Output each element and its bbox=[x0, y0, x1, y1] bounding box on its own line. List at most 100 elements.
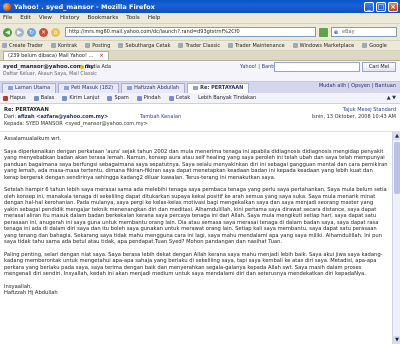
message-subject: Re: PERTAYAAN bbox=[4, 107, 49, 113]
more-actions-button[interactable]: Lebih Banyak Tindakan bbox=[198, 95, 256, 101]
bookmark-icon bbox=[292, 43, 298, 48]
minimize-button[interactable]: _ bbox=[364, 1, 374, 12]
message-header: Re: PERTAYAAN Dari: afizah <azfara@yahoo… bbox=[0, 104, 400, 132]
home-icon[interactable]: ⌂ bbox=[51, 27, 60, 37]
message-scrollbar[interactable]: ▲ ▼ bbox=[392, 132, 400, 344]
back-icon[interactable]: ◀ bbox=[3, 27, 12, 37]
move-button[interactable]: Pindah bbox=[136, 95, 161, 101]
tab-contact[interactable]: Hafizzah Abdullah bbox=[121, 83, 186, 93]
forward-icon[interactable]: ▶ bbox=[15, 27, 24, 37]
tab-label: Re: PERTAYAAN bbox=[200, 85, 244, 91]
header-options-link[interactable]: Tajuk Mesej Standard bbox=[343, 107, 396, 113]
message-date: Isnin, 13 Oktober, 2008 10:43 AM bbox=[311, 114, 396, 120]
web-search-placeholder: eBay bbox=[342, 29, 355, 35]
delete-button[interactable]: Hapus bbox=[3, 95, 26, 101]
bookmark-item[interactable]: Trader Classic bbox=[178, 43, 220, 49]
reply-button[interactable]: Balas bbox=[33, 95, 55, 101]
bookmark-label: Windows Marketplace bbox=[299, 42, 355, 49]
window-title: Yahoo! . syed_mansor - Mozilla Firefox bbox=[14, 2, 155, 11]
tab-home[interactable]: Laman Utama bbox=[2, 83, 57, 93]
print-label: Cetak bbox=[175, 95, 191, 101]
close-tab-icon[interactable]: × bbox=[99, 52, 103, 60]
bookmark-item[interactable]: Google bbox=[362, 43, 387, 49]
window-titlebar: Yahoo! . syed_mansor - Mozilla Firefox _… bbox=[0, 0, 400, 13]
browser-tab-strip: (239 belum dibaca) Mail Yahoo! ... × bbox=[0, 51, 400, 61]
firefox-icon bbox=[3, 2, 11, 11]
reply-label: Balas bbox=[40, 95, 55, 101]
bookmark-item[interactable]: Sebutharga Cetak bbox=[118, 43, 170, 49]
menu-edit[interactable]: Edit bbox=[20, 15, 31, 21]
forward-button[interactable]: Kirim Lanjut bbox=[62, 95, 99, 101]
mail-search-input[interactable] bbox=[274, 62, 360, 72]
sender-address[interactable]: afizah <azfara@yahoo.com.my> bbox=[18, 114, 109, 120]
mail-options-links[interactable]: Mudah alih | Opsyen | Bantuan bbox=[319, 83, 396, 89]
move-label: Pindah bbox=[143, 95, 161, 101]
add-contact-link[interactable]: Tambah Kenalan bbox=[140, 114, 181, 120]
spam-label: Spam bbox=[114, 95, 129, 101]
scroll-down-icon[interactable]: ▼ bbox=[393, 336, 400, 344]
bookmark-icon bbox=[178, 43, 184, 48]
menu-tools[interactable]: Tools bbox=[126, 15, 140, 21]
bookmark-label: Posting bbox=[92, 42, 111, 49]
menu-view[interactable]: View bbox=[39, 15, 52, 21]
menu-file[interactable]: File bbox=[3, 15, 12, 21]
body-paragraph: Paling penting, selari dengan niat saya.… bbox=[4, 251, 383, 278]
close-window-button[interactable]: × bbox=[388, 1, 398, 12]
bookmark-item[interactable]: Kontrak bbox=[50, 42, 78, 49]
status-dot-icon bbox=[80, 64, 84, 69]
bookmark-icon bbox=[2, 43, 7, 48]
bookmark-icon bbox=[118, 43, 124, 48]
bookmark-item[interactable]: Create Trader bbox=[2, 43, 43, 49]
print-icon bbox=[168, 95, 174, 101]
bookmark-item[interactable]: Trader Maintenance bbox=[228, 43, 285, 49]
tab-label: Hafizzah Abdullah bbox=[134, 85, 180, 91]
mail-search-button[interactable]: Cari Mel bbox=[362, 62, 396, 72]
bookmark-icon bbox=[85, 43, 91, 48]
inbox-icon bbox=[64, 85, 70, 90]
more-actions-label: Lebih Banyak Tindakan bbox=[198, 95, 257, 101]
stop-icon[interactable]: × bbox=[39, 27, 48, 37]
bookmark-label: Create Trader bbox=[9, 42, 43, 49]
yahoo-help-links[interactable]: Yahoo! | Bantu bbox=[240, 64, 276, 70]
message-body: Assalamualaikum wrt. Saya diperkenalkan … bbox=[0, 132, 392, 344]
browser-tab[interactable]: (239 belum dibaca) Mail Yahoo! ... × bbox=[3, 51, 109, 60]
spam-button[interactable]: Spam bbox=[107, 95, 129, 101]
signature: Hafizzah Hj Abdullah bbox=[4, 290, 58, 296]
reload-icon[interactable]: ↻ bbox=[27, 27, 36, 37]
browser-tab-label: (239 belum dibaca) Mail Yahoo! ... bbox=[8, 53, 94, 59]
message-from: Dari: afizah <azfara@yahoo.com.my> bbox=[4, 114, 108, 120]
bookmark-label: Trader Classic bbox=[185, 42, 221, 49]
message-to: Kepada: SYED MANSOR <syed_mansor@yahoo.c… bbox=[4, 121, 148, 127]
body-paragraph: Setelah hampir 6 tahun lebih saya merasa… bbox=[4, 187, 387, 245]
delete-icon bbox=[3, 95, 8, 101]
menu-history[interactable]: History bbox=[60, 15, 80, 21]
tab-inbox[interactable]: Peti Masuk (182) bbox=[58, 83, 120, 93]
home-tab-icon bbox=[8, 85, 13, 90]
folder-icon bbox=[136, 95, 142, 101]
bookmark-label: Kontrak bbox=[57, 42, 78, 49]
go-icon[interactable] bbox=[319, 27, 328, 37]
search-engine-icon: e bbox=[334, 29, 339, 36]
tab-message[interactable]: Re: PERTAYAAN bbox=[187, 83, 250, 93]
message-toolbar: Hapus Balas Kirim Lanjut Spam Pindah Cet… bbox=[0, 93, 400, 104]
menu-bar: File Edit View History Bookmarks Tools H… bbox=[0, 13, 400, 24]
menu-help[interactable]: Help bbox=[148, 15, 161, 21]
tab-label: Peti Masuk (182) bbox=[71, 85, 114, 91]
spam-icon bbox=[107, 95, 113, 101]
message-nav-arrows[interactable]: ▲ ▼ bbox=[387, 95, 396, 101]
menu-bookmarks[interactable]: Bookmarks bbox=[88, 15, 119, 21]
bookmark-label: Sebutharga Cetak bbox=[125, 42, 171, 49]
scroll-thumb[interactable] bbox=[394, 142, 400, 194]
url-bar[interactable]: http://mrs.mg60.mail.yahoo.com/dc/launch… bbox=[65, 27, 316, 37]
web-search-input[interactable]: e eBay bbox=[331, 27, 397, 37]
message-icon bbox=[193, 85, 199, 90]
account-links[interactable]: Daftar Keluar, Akaun Saya, Mail Classic bbox=[3, 72, 97, 77]
maximize-button[interactable]: □ bbox=[376, 1, 386, 12]
bookmark-item[interactable]: Windows Marketplace bbox=[292, 42, 355, 49]
user-status[interactable]: Sedia Ada bbox=[80, 64, 111, 70]
navigation-toolbar: ◀ ▶ ↻ × ⌂ http://mrs.mg60.mail.yahoo.com… bbox=[0, 24, 400, 41]
print-button[interactable]: Cetak bbox=[168, 95, 191, 101]
bookmark-icon bbox=[50, 43, 56, 48]
bookmark-item[interactable]: Posting bbox=[85, 43, 110, 49]
scroll-up-icon[interactable]: ▲ bbox=[393, 132, 400, 140]
